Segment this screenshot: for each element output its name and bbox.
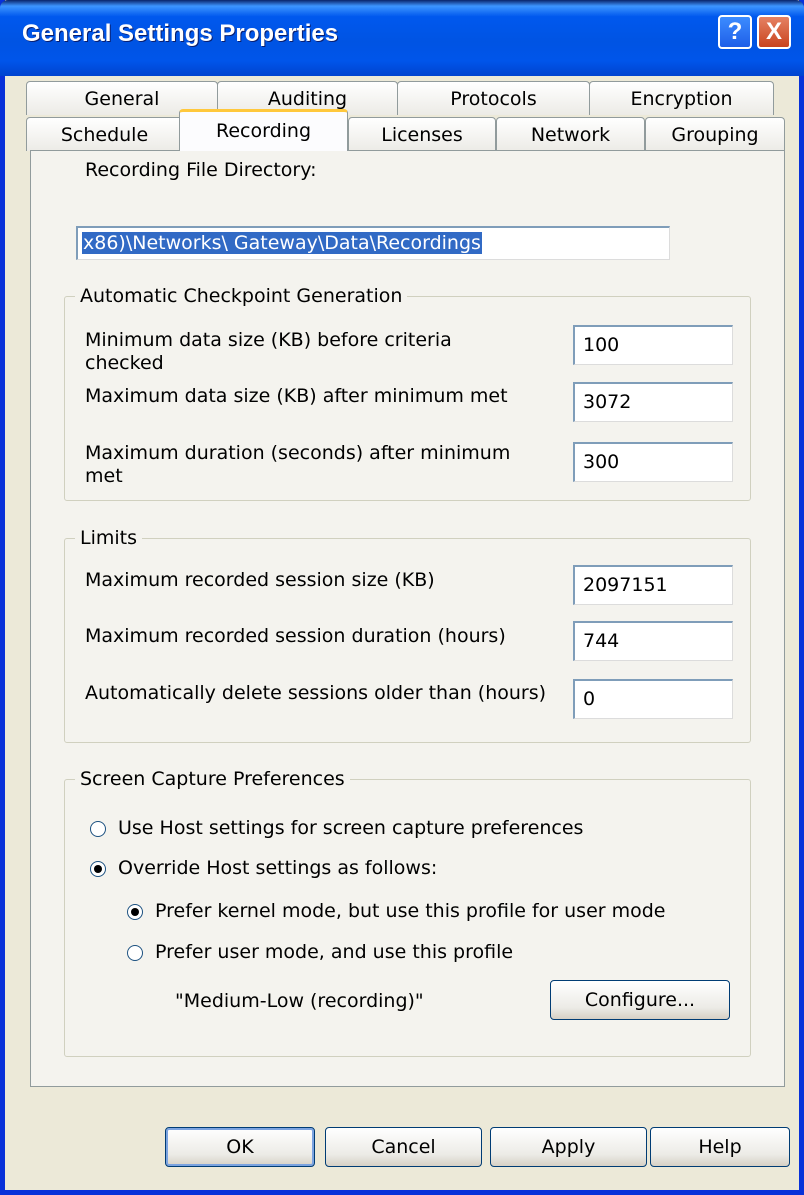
max-size-input[interactable]: 3072: [573, 382, 733, 422]
recording-dir-input[interactable]: x86)\Networks\ Gateway\Data\Recordings: [76, 226, 670, 260]
cancel-button[interactable]: Cancel: [325, 1127, 482, 1167]
recording-dir-value: x86)\Networks\ Gateway\Data\Recordings: [82, 232, 482, 254]
dialog-window: General Settings Properties ? X General …: [0, 0, 804, 1195]
max-duration-label: Maximum duration (seconds) after minimum…: [85, 442, 511, 487]
recording-tab-panel: Recording File Directory: x86)\Networks\…: [30, 150, 785, 1087]
tab-schedule[interactable]: Schedule: [26, 117, 183, 151]
recording-dir-label: Recording File Directory:: [85, 159, 317, 181]
override-label[interactable]: Override Host settings as follows:: [118, 857, 658, 880]
max-size-label: Maximum data size (KB) after minimum met: [85, 385, 508, 407]
profile-name: "Medium-Low (recording)": [175, 990, 424, 1012]
close-icon[interactable]: X: [757, 15, 791, 49]
ok-button[interactable]: OK: [165, 1127, 315, 1167]
kernel-mode-radio[interactable]: [127, 904, 143, 920]
tab-licenses[interactable]: Licenses: [348, 117, 496, 151]
title-bar[interactable]: General Settings Properties ? X: [0, 0, 804, 76]
help-icon[interactable]: ?: [718, 15, 752, 49]
checkpoint-groupbox: Automatic Checkpoint Generation Minimum …: [64, 283, 751, 501]
use-host-radio[interactable]: [90, 821, 106, 837]
tab-network[interactable]: Network: [496, 117, 645, 151]
help-button[interactable]: Help: [650, 1127, 790, 1167]
limits-legend: Limits: [75, 525, 142, 551]
kernel-mode-label[interactable]: Prefer kernel mode, but use this profile…: [155, 900, 725, 923]
user-mode-radio[interactable]: [127, 945, 143, 961]
session-duration-input[interactable]: 744: [573, 621, 733, 661]
tab-recording[interactable]: Recording: [179, 109, 348, 151]
checkpoint-legend: Automatic Checkpoint Generation: [75, 283, 408, 309]
delete-older-label: Automatically delete sessions older than…: [85, 682, 547, 704]
capture-groupbox: Screen Capture Preferences Use Host sett…: [64, 766, 751, 1057]
apply-button[interactable]: Apply: [490, 1127, 647, 1167]
min-size-input[interactable]: 100: [573, 325, 733, 365]
override-radio[interactable]: [90, 861, 106, 877]
configure-button[interactable]: Configure...: [550, 980, 730, 1020]
session-size-input[interactable]: 2097151: [573, 565, 733, 605]
window-title: General Settings Properties: [22, 20, 339, 47]
tab-protocols[interactable]: Protocols: [397, 81, 590, 115]
min-size-label: Minimum data size (KB) before criteria c…: [85, 329, 452, 374]
session-duration-label: Maximum recorded session duration (hours…: [85, 625, 506, 647]
user-mode-label[interactable]: Prefer user mode, and use this profile: [155, 941, 655, 964]
use-host-label[interactable]: Use Host settings for screen capture pre…: [118, 817, 658, 840]
max-duration-input[interactable]: 300: [573, 442, 733, 482]
session-size-label: Maximum recorded session size (KB): [85, 569, 435, 591]
limits-groupbox: Limits Maximum recorded session size (KB…: [64, 525, 751, 743]
delete-older-input[interactable]: 0: [573, 679, 733, 719]
tab-grouping[interactable]: Grouping: [645, 117, 785, 151]
tab-encryption[interactable]: Encryption: [589, 81, 774, 115]
capture-legend: Screen Capture Preferences: [75, 766, 350, 792]
